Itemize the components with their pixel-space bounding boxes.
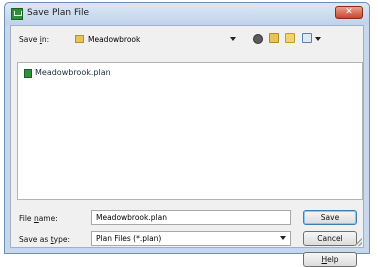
save-button[interactable]: Save: [303, 210, 357, 225]
save-as-type-select[interactable]: Plan Files (*.plan): [91, 231, 291, 246]
file-name-text: Meadowbrook.plan: [35, 68, 111, 77]
cancel-button[interactable]: Cancel: [303, 231, 357, 246]
file-name-input[interactable]: Meadowbrook.plan: [91, 210, 291, 225]
file-list[interactable]: Meadowbrook.plan: [17, 62, 363, 200]
dialog-body: Save in: Meadowbrook Meadowbrook.plan Fi…: [10, 25, 364, 267]
chevron-down-icon: [230, 37, 236, 41]
up-folder-icon[interactable]: [269, 33, 279, 43]
file-name-label: File name:: [19, 214, 58, 223]
save-in-combo[interactable]: Meadowbrook: [71, 32, 241, 46]
save-as-type-value: Plan Files (*.plan): [96, 234, 162, 243]
view-menu-chevron-icon[interactable]: [315, 37, 321, 41]
plan-file-icon: [24, 69, 32, 78]
app-icon: [11, 8, 23, 20]
save-in-label: Save in:: [19, 35, 50, 44]
save-in-value: Meadowbrook: [88, 35, 141, 44]
view-menu-icon[interactable]: [302, 33, 312, 43]
save-as-type-label: Save as type:: [19, 235, 70, 244]
help-button[interactable]: Help: [303, 252, 357, 267]
resize-grip[interactable]: [354, 238, 362, 246]
new-folder-icon[interactable]: [285, 33, 295, 43]
list-item[interactable]: Meadowbrook.plan: [18, 63, 158, 81]
dialog-title: Save Plan File: [27, 8, 90, 18]
save-plan-file-dialog: Save Plan File ✕ Save in: Meadowbrook Me…: [4, 2, 370, 267]
close-button[interactable]: ✕: [335, 6, 363, 19]
close-icon: ✕: [345, 7, 353, 17]
title-bar[interactable]: Save Plan File ✕: [5, 3, 369, 25]
chevron-down-icon: [280, 236, 286, 240]
folder-icon: [75, 35, 84, 43]
back-icon[interactable]: [253, 34, 263, 44]
